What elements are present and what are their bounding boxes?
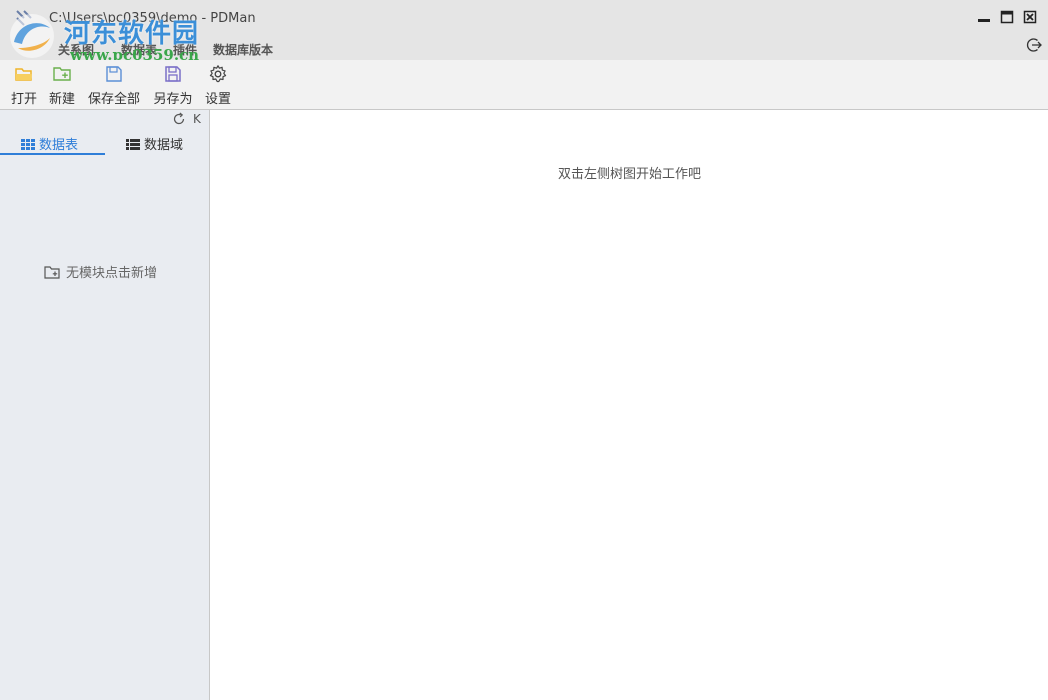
watermark-site-name: 河东软件园: [64, 19, 200, 49]
logout-icon[interactable]: [1026, 37, 1042, 53]
add-module-link[interactable]: 无模块点击新增: [44, 262, 157, 281]
save-all-button[interactable]: 保存全部: [84, 62, 144, 107]
sidebar: K 数据表 数据域 无模块点击新增: [0, 110, 210, 700]
minimize-icon[interactable]: [977, 10, 991, 24]
settings-label: 设置: [204, 92, 231, 107]
folder-open-icon: [15, 68, 32, 81]
tab-domains-label: 数据域: [144, 138, 184, 153]
gear-icon: [209, 65, 227, 83]
close-icon[interactable]: [1023, 10, 1037, 24]
tab-tables-label: 数据表: [39, 138, 79, 153]
settings-button[interactable]: 设置: [202, 62, 234, 107]
menu-item-db-version[interactable]: 数据库版本: [213, 41, 273, 58]
save-all-icon: [106, 66, 122, 82]
toolbar: 打开 新建 保存全部 另存为 设置: [0, 60, 1048, 110]
tab-domains[interactable]: 数据域: [105, 131, 210, 155]
list-icon: [126, 139, 140, 150]
grid-icon: [21, 139, 35, 150]
save-as-button[interactable]: 另存为: [150, 62, 196, 107]
new-label: 新建: [48, 92, 75, 107]
open-button[interactable]: 打开: [8, 62, 40, 107]
save-as-label: 另存为: [153, 92, 193, 107]
folder-add-icon: [44, 266, 60, 279]
save-as-icon: [165, 66, 181, 82]
refresh-icon[interactable]: [172, 112, 186, 126]
tab-tables[interactable]: 数据表: [0, 131, 105, 155]
new-button[interactable]: 新建: [46, 62, 78, 107]
main-workspace: 双击左侧树图开始工作吧: [211, 110, 1048, 700]
open-label: 打开: [10, 92, 37, 107]
folder-add-icon: [53, 67, 71, 81]
maximize-icon[interactable]: [1000, 10, 1014, 24]
save-all-label: 保存全部: [87, 92, 140, 107]
empty-module-text: 无模块点击新增: [66, 266, 158, 281]
workspace-hint: 双击左侧树图开始工作吧: [557, 167, 701, 182]
watermark-logo-icon: [10, 14, 54, 58]
collapse-sidebar-button[interactable]: K: [193, 112, 201, 126]
